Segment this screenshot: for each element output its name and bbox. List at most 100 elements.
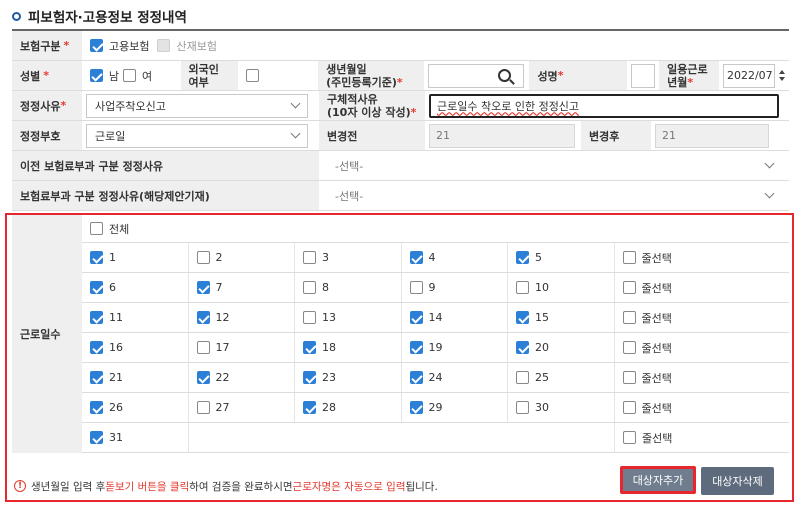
prev-reason-label: 이전 보험료부과 구분 정정사유 bbox=[12, 151, 319, 180]
day-17-checkbox[interactable] bbox=[196, 341, 210, 354]
day-label: 10 bbox=[535, 281, 549, 294]
before-value: 21 bbox=[429, 123, 575, 148]
work-days-row: 1 2 3 4 5 줄선택 bbox=[82, 243, 789, 273]
day-19-checkbox[interactable] bbox=[409, 341, 423, 354]
day-3-checkbox[interactable] bbox=[303, 251, 316, 264]
day-29-checkbox[interactable] bbox=[409, 401, 423, 414]
day-label: 29 bbox=[428, 401, 443, 414]
add-target-button[interactable]: 대상자추가 bbox=[620, 466, 696, 494]
work-days-row: 26 27 28 29 30 줄선택 bbox=[82, 393, 789, 423]
bullet-icon bbox=[12, 11, 21, 21]
day-26-checkbox[interactable] bbox=[90, 401, 103, 414]
day-cell: 25 bbox=[508, 363, 615, 392]
month-spinner[interactable] bbox=[778, 70, 785, 81]
day-cell: 5 bbox=[508, 243, 615, 272]
row-select-checkbox[interactable] bbox=[622, 401, 636, 414]
gender-male-checkbox[interactable] bbox=[89, 69, 103, 82]
day-15-checkbox[interactable] bbox=[516, 311, 529, 324]
row-select-cell: 줄선택 bbox=[615, 273, 789, 302]
day-label: 7 bbox=[215, 281, 223, 294]
day-cell: 23 bbox=[295, 363, 402, 392]
day-6-checkbox[interactable] bbox=[90, 281, 103, 294]
birth-label: 생년월일 (주민등록기준)* bbox=[318, 61, 424, 90]
employment-insurance-checkbox[interactable] bbox=[90, 39, 103, 52]
select-all-checkbox[interactable] bbox=[90, 222, 103, 235]
day-20-checkbox[interactable] bbox=[516, 341, 529, 354]
day-label: 31 bbox=[109, 431, 123, 444]
day-8-checkbox[interactable] bbox=[303, 281, 316, 294]
day-label: 2 bbox=[215, 251, 223, 264]
row-select-checkbox[interactable] bbox=[622, 311, 636, 324]
notice-message: ! 생년월일 입력 후 돋보기 버튼을 클릭 하여 검증을 완료하시면 근로자명… bbox=[14, 476, 438, 496]
day-7-checkbox[interactable] bbox=[196, 281, 210, 294]
day-13-checkbox[interactable] bbox=[303, 311, 316, 324]
row-select-label: 줄선택 bbox=[641, 251, 672, 265]
day-24-checkbox[interactable] bbox=[409, 371, 423, 384]
row-select-checkbox[interactable] bbox=[622, 371, 636, 384]
work-days-row: 31 줄선택 bbox=[82, 423, 789, 453]
search-icon[interactable] bbox=[497, 69, 511, 82]
foreigner-checkbox[interactable] bbox=[246, 69, 260, 82]
day-cell: 13 bbox=[295, 303, 402, 332]
detail-reason-input[interactable]: 근로일수 착오로 인한 정정신고 bbox=[429, 93, 779, 118]
day-cell: 28 bbox=[295, 393, 402, 422]
work-month-input[interactable]: 2022/07 bbox=[722, 63, 775, 88]
day-label: 4 bbox=[428, 251, 436, 264]
day-cell: 21 bbox=[82, 363, 189, 392]
gender-female-label: 여 bbox=[141, 69, 153, 83]
detail-reason-label: 구체적사유 (10자 이상 작성)* bbox=[319, 91, 425, 120]
day-18-checkbox[interactable] bbox=[303, 341, 316, 354]
day-23-checkbox[interactable] bbox=[303, 371, 316, 384]
day-9-checkbox[interactable] bbox=[409, 281, 423, 294]
day-label: 6 bbox=[109, 281, 116, 294]
correction-reason-label: 정정사유 * bbox=[12, 91, 82, 120]
day-28-checkbox[interactable] bbox=[303, 401, 316, 414]
birth-date-input[interactable] bbox=[427, 63, 524, 88]
row-select-checkbox[interactable] bbox=[623, 431, 636, 444]
day-cell: 4 bbox=[402, 243, 508, 272]
row-select-checkbox[interactable] bbox=[622, 251, 636, 264]
before-label: 변경전 bbox=[319, 121, 425, 150]
row-select-cell: 줄선택 bbox=[615, 393, 789, 422]
day-cell: 24 bbox=[402, 363, 508, 392]
prev-reason-select[interactable]: -선택- bbox=[327, 154, 781, 178]
day-14-checkbox[interactable] bbox=[409, 311, 423, 324]
day-cell: 30 bbox=[508, 393, 615, 422]
day-cell: 15 bbox=[508, 303, 615, 332]
day-31-checkbox[interactable] bbox=[90, 431, 103, 444]
day-2-checkbox[interactable] bbox=[196, 251, 210, 264]
correction-reason-select[interactable]: 사업주착오신고 bbox=[86, 93, 308, 118]
day-30-checkbox[interactable] bbox=[516, 401, 529, 414]
day-10-checkbox[interactable] bbox=[516, 281, 529, 294]
day-27-checkbox[interactable] bbox=[196, 401, 210, 414]
day-cell: 18 bbox=[295, 333, 402, 362]
day-21-checkbox[interactable] bbox=[90, 371, 103, 384]
day-label: 15 bbox=[535, 311, 549, 324]
day-16-checkbox[interactable] bbox=[90, 341, 103, 354]
row-select-checkbox[interactable] bbox=[622, 341, 636, 354]
day-25-checkbox[interactable] bbox=[516, 371, 529, 384]
day-12-checkbox[interactable] bbox=[196, 311, 210, 324]
correction-code-select[interactable]: 근로일 bbox=[86, 123, 308, 148]
name-input[interactable] bbox=[631, 63, 656, 88]
row-select-label: 줄선택 bbox=[641, 371, 672, 385]
employment-insurance-label: 고용보험 bbox=[109, 39, 150, 53]
industrial-insurance-label: 산재보험 bbox=[176, 39, 217, 53]
curr-reason-select[interactable]: -선택- bbox=[327, 184, 781, 208]
row-select-checkbox[interactable] bbox=[622, 281, 636, 294]
after-label: 변경후 bbox=[581, 121, 651, 150]
work-days-grid: 전체 1 2 3 4 5 줄선택 6 7 8 9 10 줄선택 11 12 13 14 15 줄선택 16 17 18 1… bbox=[82, 215, 789, 453]
gender-female-checkbox[interactable] bbox=[122, 69, 136, 82]
day-22-checkbox[interactable] bbox=[196, 371, 210, 384]
day-4-checkbox[interactable] bbox=[409, 251, 423, 264]
day-1-checkbox[interactable] bbox=[90, 251, 103, 264]
day-11-checkbox[interactable] bbox=[90, 311, 103, 324]
row-select-cell: 줄선택 bbox=[615, 333, 789, 362]
gender-label: 성별 * bbox=[12, 61, 82, 90]
chevron-down-icon bbox=[290, 128, 301, 139]
foreigner-label: 외국인 여부 bbox=[180, 61, 239, 90]
day-label: 5 bbox=[535, 251, 542, 264]
delete-target-button[interactable]: 대상자삭제 bbox=[701, 467, 774, 495]
day-label: 3 bbox=[322, 251, 329, 264]
day-5-checkbox[interactable] bbox=[516, 251, 529, 264]
